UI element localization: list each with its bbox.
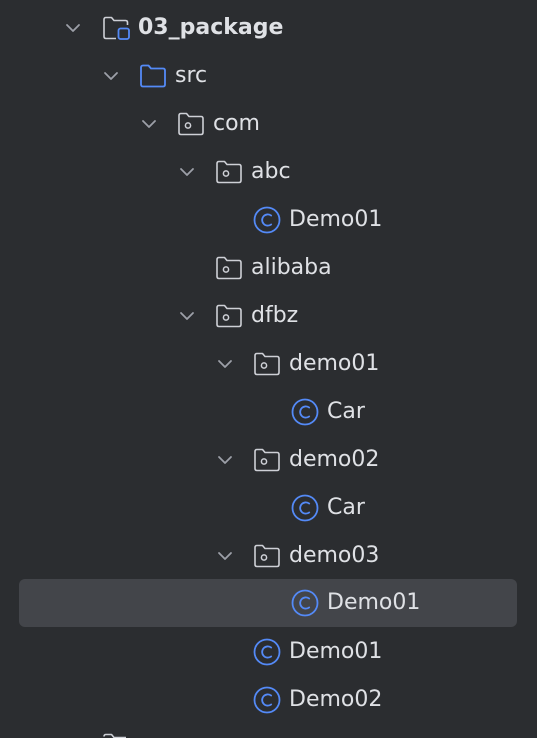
class-icon	[252, 685, 282, 715]
package-folder-icon	[214, 301, 244, 331]
class-icon	[290, 493, 320, 523]
tree-row-label: demo03	[289, 543, 380, 568]
package-folder-icon	[252, 445, 282, 475]
tree-row-abc[interactable]: abc	[0, 148, 537, 196]
package-folder-icon	[214, 253, 244, 283]
tree-row-class-car[interactable]: Car	[0, 484, 537, 532]
tree-row-label: alibaba	[251, 255, 332, 280]
tree-row-class-car[interactable]: Car	[0, 388, 537, 436]
class-icon	[290, 397, 320, 427]
tree-row-demo02-package[interactable]: demo02	[0, 436, 537, 484]
tree-row-label: Demo01	[327, 590, 421, 615]
module-folder-icon	[101, 13, 131, 43]
tree-row-label: Demo02	[289, 687, 383, 712]
tree-row-label: Demo01	[289, 207, 383, 232]
tree-row-label: abc	[251, 159, 291, 184]
tree-row-label: com	[213, 111, 260, 136]
tree-row-label: 03_package	[138, 15, 284, 40]
tree-row-label: Demo01	[289, 639, 383, 664]
package-folder-icon	[214, 157, 244, 187]
tree-row-class-demo01[interactable]: Demo01	[0, 196, 537, 244]
tree-row-label: dfbz	[251, 303, 299, 328]
chevron-down-icon[interactable]	[215, 546, 235, 566]
tree-row-class-demo01-selected[interactable]: Demo01	[0, 579, 537, 627]
project-tree: 03_package src com abc Demo01 alibaba df…	[0, 0, 537, 738]
chevron-down-icon[interactable]	[215, 450, 235, 470]
chevron-down-icon[interactable]	[215, 354, 235, 374]
tree-row-dfbz[interactable]: dfbz	[0, 292, 537, 340]
class-icon	[252, 637, 282, 667]
tree-row-label: demo01	[289, 351, 380, 376]
tree-row-label: src	[175, 63, 208, 88]
tree-row-label: Car	[327, 495, 365, 520]
chevron-down-icon[interactable]	[139, 114, 159, 134]
class-icon	[252, 205, 282, 235]
chevron-down-icon[interactable]	[63, 18, 83, 38]
chevron-down-icon[interactable]	[177, 162, 197, 182]
class-icon	[290, 588, 320, 618]
tree-row-alibaba[interactable]: alibaba	[0, 244, 537, 292]
chevron-down-icon[interactable]	[177, 306, 197, 326]
package-folder-icon	[252, 541, 282, 571]
tree-row-class-demo02[interactable]: Demo02	[0, 676, 537, 724]
tree-row-src[interactable]: src	[0, 52, 537, 100]
tree-row-demo03-package[interactable]: demo03	[0, 532, 537, 580]
chevron-down-icon[interactable]	[101, 66, 121, 86]
package-folder-icon	[176, 109, 206, 139]
tree-row-demo01-package[interactable]: demo01	[0, 340, 537, 388]
tree-row-03-package[interactable]: 03_package	[0, 4, 537, 52]
tree-row-class-demo01[interactable]: Demo01	[0, 628, 537, 676]
tree-row-com[interactable]: com	[0, 100, 537, 148]
package-folder-icon	[252, 349, 282, 379]
tree-row-label: demo02	[289, 447, 380, 472]
source-folder-icon	[138, 61, 168, 91]
folder-icon	[101, 730, 131, 738]
tree-row-label: Car	[327, 399, 365, 424]
